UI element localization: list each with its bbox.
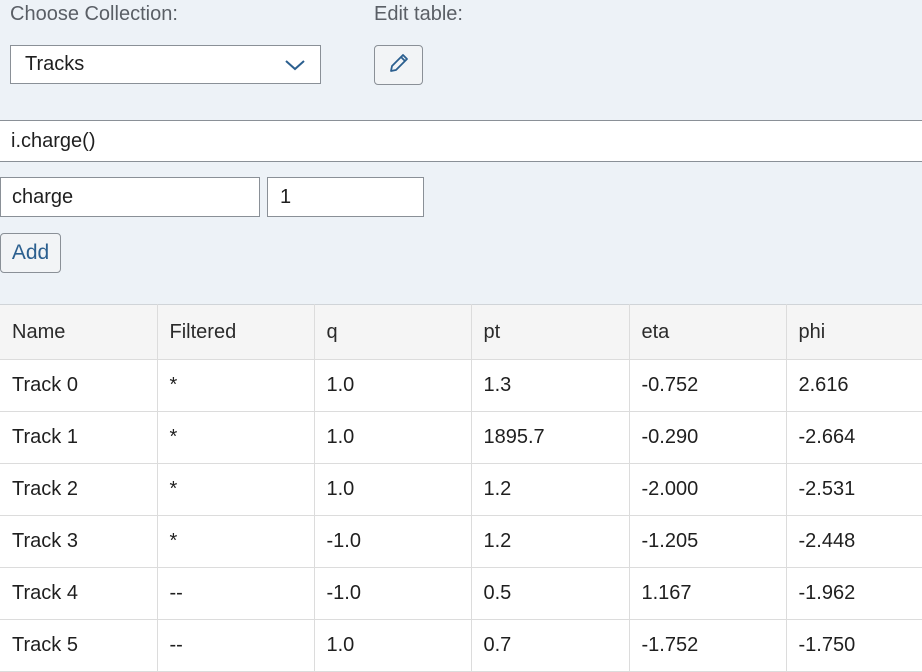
edit-table-button[interactable]: [374, 45, 423, 85]
table-cell: 1895.7: [470, 411, 630, 464]
table-cell: Track 2: [0, 463, 158, 516]
table-cell: -1.752: [628, 619, 787, 672]
table-cell: 1.0: [313, 359, 472, 412]
table-cell: 1.0: [313, 619, 472, 672]
table-cell: Track 0: [0, 359, 158, 412]
column-header[interactable]: Filtered: [156, 304, 315, 360]
column-header[interactable]: phi: [785, 304, 922, 360]
table-cell: Track 1: [0, 411, 158, 464]
table-cell: *: [156, 411, 315, 464]
table-cell: --: [156, 567, 315, 620]
column-name-input[interactable]: charge: [0, 177, 260, 217]
table-cell: 1.2: [470, 515, 630, 568]
pencil-icon: [387, 51, 411, 80]
table-cell: 1.2: [470, 463, 630, 516]
column-header[interactable]: pt: [470, 304, 630, 360]
table-cell: 2.616: [785, 359, 922, 412]
table-cell: -1.0: [313, 567, 472, 620]
table-cell: -1.205: [628, 515, 787, 568]
table-cell: 0.7: [470, 619, 630, 672]
table-cell: *: [156, 515, 315, 568]
table-cell: *: [156, 463, 315, 516]
table-cell: -0.290: [628, 411, 787, 464]
table-cell: --: [156, 619, 315, 672]
column-header[interactable]: Name: [0, 304, 158, 360]
column-header[interactable]: eta: [628, 304, 787, 360]
collection-select-value: Tracks: [25, 53, 85, 75]
chevron-down-icon: [284, 58, 306, 72]
table-row[interactable]: Track 2 * 1.0 1.2 -2.000 -2.531: [0, 463, 922, 516]
table-cell: 1.0: [313, 411, 472, 464]
table-row[interactable]: Track 1 * 1.0 1895.7 -0.290 -2.664: [0, 411, 922, 464]
table-cell: 1.3: [470, 359, 630, 412]
table-cell: Track 4: [0, 567, 158, 620]
table-cell: -2.000: [628, 463, 787, 516]
table-cell: -1.962: [785, 567, 922, 620]
column-value-input[interactable]: 1: [267, 177, 424, 217]
edit-table-label: Edit table:: [374, 3, 463, 25]
table-cell: 1.167: [628, 567, 787, 620]
table-row[interactable]: Track 0 * 1.0 1.3 -0.752 2.616: [0, 359, 922, 412]
table-cell: -1.0: [313, 515, 472, 568]
table-cell: 0.5: [470, 567, 630, 620]
table-cell: 1.0: [313, 463, 472, 516]
table-cell: Track 5: [0, 619, 158, 672]
tracks-table: Name Filtered q pt eta phi Track 0 * 1.0…: [0, 304, 922, 672]
table-cell: *: [156, 359, 315, 412]
expression-input[interactable]: i.charge(): [0, 120, 922, 162]
table-cell: -2.664: [785, 411, 922, 464]
add-button[interactable]: Add: [0, 233, 61, 273]
table-cell: -2.448: [785, 515, 922, 568]
table-cell: -1.750: [785, 619, 922, 672]
table-header-row: Name Filtered q pt eta phi: [0, 304, 922, 360]
table-row[interactable]: Track 3 * -1.0 1.2 -1.205 -2.448: [0, 515, 922, 568]
column-header[interactable]: q: [313, 304, 472, 360]
table-row[interactable]: Track 5 -- 1.0 0.7 -1.752 -1.750: [0, 619, 922, 672]
table-cell: -2.531: [785, 463, 922, 516]
table-cell: Track 3: [0, 515, 158, 568]
collection-select[interactable]: Tracks: [10, 45, 321, 84]
table-row[interactable]: Track 4 -- -1.0 0.5 1.167 -1.962: [0, 567, 922, 620]
choose-collection-label: Choose Collection:: [10, 3, 178, 25]
table-cell: -0.752: [628, 359, 787, 412]
